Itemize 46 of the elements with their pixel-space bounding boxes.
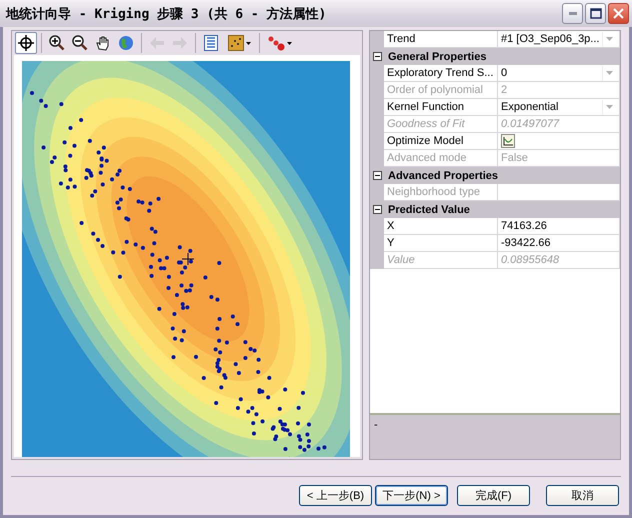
points-icon [268, 36, 285, 50]
maximize-button[interactable] [585, 3, 606, 24]
property-name: X [384, 218, 498, 235]
property-name: Optimize Model [384, 133, 498, 150]
wizard-button[interactable]: 下一步(N) > [375, 485, 448, 506]
minimize-icon [568, 12, 576, 15]
category-header[interactable]: General Properties [370, 48, 620, 65]
category-header[interactable]: Predicted Value [370, 201, 620, 218]
property-name: Y [384, 235, 498, 252]
hand-icon [95, 35, 111, 51]
crosshair-icon [18, 35, 34, 51]
collapse-icon[interactable] [372, 171, 382, 180]
row-gutter [370, 31, 384, 48]
property-name: Kernel Function [384, 99, 498, 116]
row-gutter [370, 252, 384, 269]
category-label: Predicted Value [387, 204, 470, 216]
property-name: Goodness of Fit [384, 116, 498, 133]
caret-icon [287, 42, 292, 44]
property-name: Exploratory Trend S... [384, 65, 498, 82]
window-title: 地统计向导 - Kriging 步骤 3 (共 6 - 方法属性) [6, 6, 328, 22]
property-name: Order of polynomial [384, 82, 498, 99]
scatter-layer-icon [228, 35, 244, 51]
property-name: Value [384, 252, 498, 269]
globe-icon [118, 35, 134, 51]
category-header[interactable]: Advanced Properties [370, 167, 620, 184]
collapse-icon[interactable] [372, 205, 382, 214]
wizard-button[interactable]: 完成(F) [457, 485, 530, 506]
toolbar-button[interactable] [15, 32, 37, 54]
collapse-icon[interactable] [372, 52, 382, 61]
close-button[interactable] [608, 3, 629, 24]
optimize-chart-icon[interactable] [501, 134, 515, 148]
property-value[interactable]: Exponential [498, 99, 620, 116]
wizard-button[interactable]: 取消 [546, 485, 619, 506]
category-label: Advanced Properties [387, 170, 498, 182]
wizard-button[interactable]: < 上一步(B) [299, 485, 372, 506]
zoom-out-icon [72, 35, 88, 51]
close-icon [613, 8, 624, 19]
zoom-in-icon [49, 35, 65, 51]
property-value[interactable]: 74163.26 [498, 218, 620, 235]
list-icon [204, 35, 218, 51]
description-text: - [374, 419, 378, 431]
property-value[interactable]: -93422.66 [498, 235, 620, 252]
property-value[interactable]: 0 [498, 65, 620, 82]
caret-icon [246, 42, 250, 44]
category-label: General Properties [387, 50, 486, 62]
maximize-icon [590, 8, 602, 19]
